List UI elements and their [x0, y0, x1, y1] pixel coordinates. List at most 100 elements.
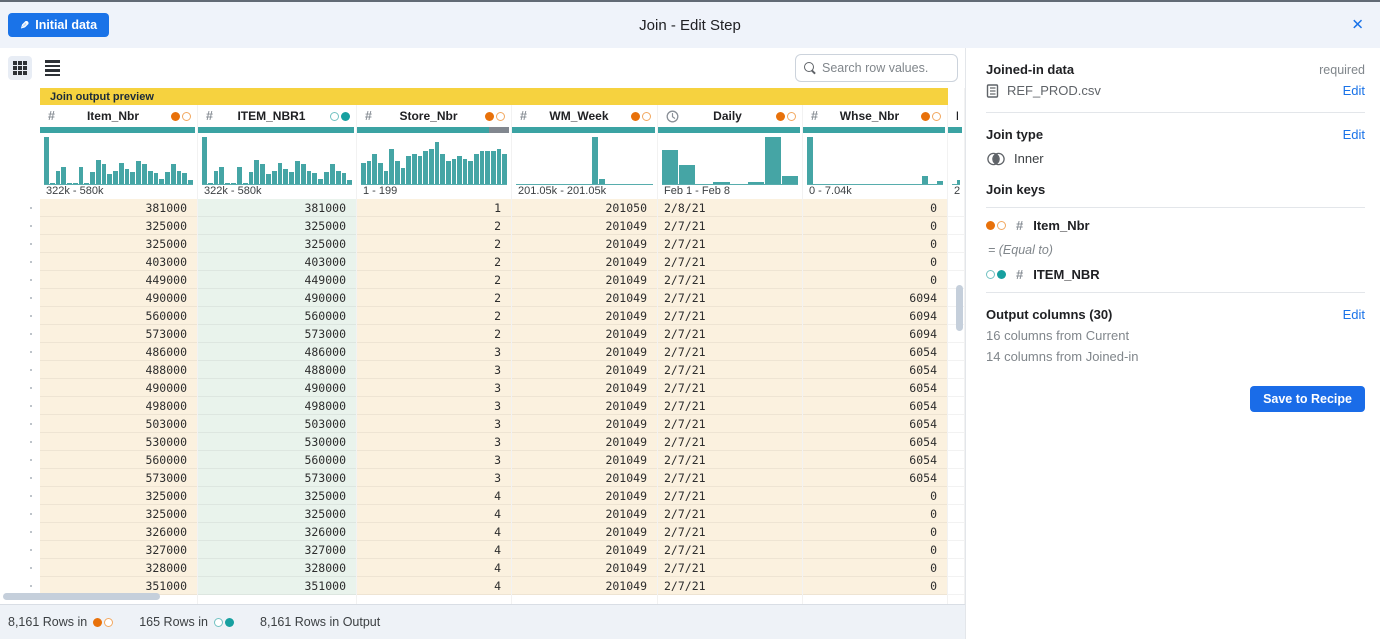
- column-histogram[interactable]: [40, 133, 197, 185]
- column-range-label: Feb 1 - Feb 8: [658, 185, 802, 199]
- table-cell: 4: [357, 487, 511, 505]
- join-type-edit-link[interactable]: Edit: [1343, 127, 1365, 142]
- status-rows-in-joined: 165 Rows in: [139, 615, 234, 629]
- column-histogram[interactable]: [658, 133, 802, 185]
- column-header-item_nbr1[interactable]: #ITEM_NBR1: [198, 105, 356, 127]
- table-cell: 6094: [803, 325, 947, 343]
- table-cell: 2/7/21: [658, 487, 802, 505]
- row-marker[interactable]: [0, 451, 40, 469]
- row-marker[interactable]: [0, 289, 40, 307]
- table-cell: [948, 577, 964, 595]
- column-histogram[interactable]: [512, 133, 657, 185]
- table-cell: [948, 559, 964, 577]
- column-header-item_nbr[interactable]: #Item_Nbr: [40, 105, 197, 127]
- column-store_nbr: #Store_Nbr1 - 1991222222233333333444444: [357, 88, 512, 604]
- table-cell: 325000: [198, 235, 356, 253]
- table-cell: 403000: [198, 253, 356, 271]
- join-key-left[interactable]: # Item_Nbr: [986, 218, 1365, 233]
- row-marker[interactable]: [0, 271, 40, 289]
- row-marker[interactable]: [0, 523, 40, 541]
- output-columns-title: Output columns (30): [986, 307, 1112, 322]
- column-header-wm_week[interactable]: #WM_Week: [512, 105, 657, 127]
- table-cell: 0: [803, 253, 947, 271]
- column-name: Store_Nbr: [376, 109, 481, 123]
- joined-source-dots: [986, 270, 1006, 279]
- horizontal-scrollbar[interactable]: [3, 593, 160, 600]
- table-cell: 0: [803, 487, 947, 505]
- column-range-label: 322k - 580k: [198, 185, 356, 199]
- table-cell: 201049: [512, 505, 657, 523]
- row-marker[interactable]: [0, 469, 40, 487]
- table-cell: 3: [357, 397, 511, 415]
- row-marker[interactable]: [0, 253, 40, 271]
- table-cell: 328000: [198, 559, 356, 577]
- table-cell: 2/7/21: [658, 523, 802, 541]
- table-cell: 560000: [40, 451, 197, 469]
- row-marker[interactable]: [0, 379, 40, 397]
- search-input[interactable]: [822, 61, 949, 75]
- row-marker[interactable]: [0, 559, 40, 577]
- table-cell: 6054: [803, 415, 947, 433]
- table-cell: 6054: [803, 343, 947, 361]
- column-header-store_nbr[interactable]: #Store_Nbr: [357, 105, 511, 127]
- table-cell: 6054: [803, 379, 947, 397]
- column-header-r[interactable]: R: [948, 105, 964, 127]
- save-to-recipe-button[interactable]: Save to Recipe: [1250, 386, 1365, 412]
- table-cell: 201049: [512, 559, 657, 577]
- row-marker[interactable]: [0, 415, 40, 433]
- column-histogram[interactable]: [357, 133, 511, 185]
- table-cell: 490000: [40, 289, 197, 307]
- table-cell: 2/7/21: [658, 379, 802, 397]
- table-cell: 490000: [198, 379, 356, 397]
- column-histogram[interactable]: [948, 133, 964, 185]
- row-marker[interactable]: [0, 307, 40, 325]
- row-marker[interactable]: [0, 541, 40, 559]
- column-header-daily[interactable]: Daily: [658, 105, 802, 127]
- table-cell: 3: [357, 343, 511, 361]
- table-cell: [948, 379, 964, 397]
- row-marker[interactable]: [0, 325, 40, 343]
- table-cell: 201049: [512, 271, 657, 289]
- row-marker[interactable]: [0, 397, 40, 415]
- column-range-label: 2: [948, 185, 964, 199]
- table-cell: 2/7/21: [658, 541, 802, 559]
- preview-toolbar: [0, 48, 965, 88]
- column-name: Whse_Nbr: [822, 109, 917, 123]
- row-marker[interactable]: [0, 487, 40, 505]
- vertical-scrollbar[interactable]: [956, 285, 963, 331]
- column-histogram[interactable]: [803, 133, 947, 185]
- table-cell: 381000: [198, 199, 356, 217]
- table-cell: 560000: [40, 307, 197, 325]
- row-marker[interactable]: [0, 361, 40, 379]
- row-marker[interactable]: [0, 199, 40, 217]
- table-cell: 2/7/21: [658, 361, 802, 379]
- table-cell: 201049: [512, 253, 657, 271]
- row-marker[interactable]: [0, 343, 40, 361]
- row-marker[interactable]: [0, 433, 40, 451]
- search-icon: [804, 62, 816, 74]
- joined-in-edit-link[interactable]: Edit: [1343, 83, 1365, 98]
- column-source-dots: [631, 112, 651, 121]
- column-source-dots: [330, 112, 350, 121]
- column-histogram[interactable]: [198, 133, 356, 185]
- table-cell: 0: [803, 271, 947, 289]
- table-cell: 0: [803, 577, 947, 595]
- search-box[interactable]: [795, 54, 958, 82]
- join-keys-title: Join keys: [986, 182, 1045, 197]
- row-marker[interactable]: [0, 235, 40, 253]
- table-cell: 4: [357, 559, 511, 577]
- row-marker[interactable]: [0, 217, 40, 235]
- table-cell: 326000: [198, 523, 356, 541]
- row-marker[interactable]: [0, 505, 40, 523]
- list-view-toggle[interactable]: [40, 56, 64, 80]
- table-cell: 201049: [512, 217, 657, 235]
- output-columns-edit-link[interactable]: Edit: [1343, 307, 1365, 322]
- table-cell: 3: [357, 415, 511, 433]
- table-cell: 201049: [512, 541, 657, 559]
- join-key-right[interactable]: # ITEM_NBR: [986, 267, 1365, 282]
- column-header-whse_nbr[interactable]: #Whse_Nbr: [803, 105, 947, 127]
- grid-view-toggle[interactable]: [8, 56, 32, 80]
- close-icon[interactable]: ✕: [1351, 18, 1364, 33]
- table-cell: 0: [803, 217, 947, 235]
- join-preview-table: Join output preview #Item_Nbr322k - 580k…: [0, 88, 965, 604]
